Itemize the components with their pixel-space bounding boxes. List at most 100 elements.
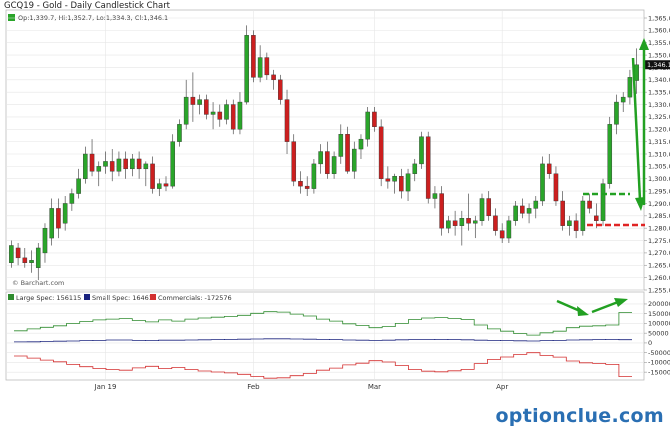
x-tick-label: Mar [368,383,381,391]
candle-body-up [567,220,572,226]
candle-body-up [224,104,229,120]
candle-body-down [217,111,223,120]
candle [540,156,545,206]
candle-body-up [392,176,397,182]
price-tick-label: 1,270.0 [648,249,670,257]
candle-body-down [150,163,155,189]
candle-body-up [419,136,424,165]
candle-body-down [594,215,599,221]
candle-body-down [136,158,142,170]
candle-body-up [244,35,249,103]
candle-body-up [405,173,411,192]
last-price-marker: 1,346.1 [645,60,670,70]
candle-body-up [526,208,532,214]
candle-body-down [284,99,290,142]
candle-body-up [103,161,108,167]
cot-tick-label: 50000 [648,329,669,337]
last-price-label: 1,346.1 [647,61,670,69]
cot-tick-label: -100000 [648,359,670,367]
price-tick-label: 1,325.0 [648,113,670,121]
price-tick-label: 1,335.0 [648,88,670,96]
price-tick-label: 1,260.0 [648,274,670,282]
candle-body-down [587,200,592,209]
candle-body-down [230,104,236,130]
candle-body-up [177,124,182,142]
candle-body-down [399,176,404,192]
cot-tick-label: 0 [648,339,652,347]
price-tick-label: 1,365.0 [648,14,670,22]
candle-body-up [540,163,545,202]
price-tick-label: 1,330.0 [648,101,670,109]
candle-body-up [116,158,122,172]
candle-body-down [123,158,128,170]
candle-body-up [83,153,88,179]
cot-tick-label: 100000 [648,320,670,328]
candle-body-down [385,178,391,182]
candle-body-down [304,185,310,189]
candle-body-up [533,200,539,209]
candle-body-down [553,173,559,202]
price-y-axis: 1,365.01,360.01,355.01,350.01,345.01,340… [644,14,670,294]
candle-body-up [600,183,606,221]
candle-body-down [298,180,303,187]
candle-body-up [197,99,202,105]
candle-body-down [520,205,525,214]
price-tick-label: 1,255.0 [648,286,670,294]
candle-body-up [365,111,370,140]
small-spec-legend: Small Spec: 16461 [92,294,153,302]
candle-body-up [69,193,75,204]
candle-body-up [257,57,263,78]
candle [479,193,485,226]
price-tick-label: 1,275.0 [648,237,670,245]
price-tick-label: 1,350.0 [648,51,670,59]
candle-body-up [358,138,364,150]
candle-body-up [432,193,438,199]
chart-title: GCQ19 - Gold - Daily Candlestick Chart [4,1,171,11]
candle-body-up [183,96,189,125]
candle [291,134,297,187]
candle-body-up [311,163,317,189]
price-tick-label: 1,310.0 [648,150,670,158]
candle-body-down [56,208,61,229]
candle-body-up [331,156,337,174]
candle-body-up [42,227,48,254]
candle-body-down [291,141,297,182]
candle-body-down [204,99,209,115]
candle-body-down [466,218,471,224]
candle-body-down [560,200,565,226]
candle-body-up [9,245,14,263]
cot-tick-label: -150000 [648,368,670,376]
price-tick-label: 1,265.0 [648,262,670,270]
price-tick-label: 1,290.0 [648,200,670,208]
ohlc-legend-swatch [8,14,15,21]
x-tick-label: Feb [247,383,260,391]
candle-body-down [251,35,256,78]
commercials-legend: Commercials: -172576 [158,294,232,302]
large-spec-legend: Large Spec: 156115 [16,294,81,302]
candle-body-up [76,178,81,194]
candle-body-up [620,96,626,103]
candle-body-up [170,141,176,187]
candle-body-down [190,96,196,105]
candle-body-down [486,198,492,217]
candle-body-down [573,220,579,231]
candle-body-up [35,247,41,268]
candle-body-down [439,193,444,229]
candle-body-down [278,79,283,100]
cot-panel-frame [5,291,645,381]
candle [251,30,256,83]
candle-body-down [89,153,95,172]
price-panel-frame [5,9,645,291]
candle-body-up [130,158,135,170]
candle-body-up [49,208,54,239]
candle-body-up [318,151,323,165]
commercials-swatch [150,294,156,300]
candle-body-up [506,220,512,239]
candle-body-up [96,166,102,172]
candle [170,134,176,189]
x-tick-label: Apr [496,383,508,391]
candle [230,99,236,135]
candle [244,25,249,105]
candle-body-down [546,163,552,174]
price-tick-label: 1,305.0 [648,163,670,171]
